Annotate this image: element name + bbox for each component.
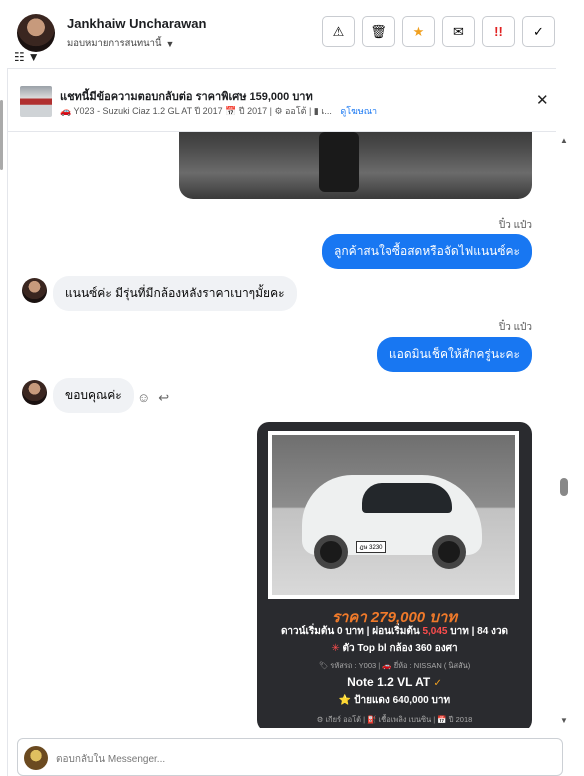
close-icon[interactable]: ✕ xyxy=(536,91,549,109)
assign-label: มอบหมายการสนทนานี้ xyxy=(67,38,162,49)
reply-composer[interactable]: ตอบกลับใน Messenger... xyxy=(17,738,563,776)
ad-context-bar: แชทนี้มีข้อความตอบกลับต่อ ราคาพิเศษ 159,… xyxy=(8,68,556,132)
car-listing-card[interactable]: ฎษ 3230 ราคา 279,000 บาท ดาวน์เริ่มต้น 0… xyxy=(257,422,532,728)
car-model: Note 1.2 VL AT ✓ xyxy=(257,675,532,689)
asterisk-icon: ✳ xyxy=(331,643,340,654)
car-meta: 🏷 รหัสรถ : Y003 | 🚗 ยี่ห้อ : NISSAN ( นิ… xyxy=(318,661,471,670)
reply-input[interactable]: ตอบกลับใน Messenger... xyxy=(56,752,165,767)
conversation-header: ☷ ▼ Jankhaiw Uncharawan มอบหมายการสนทนาน… xyxy=(0,0,584,68)
mark-done-button[interactable]: ✓ xyxy=(522,16,555,47)
feature-line: ✳ ตัว Top bl กล้อง 360 องศา xyxy=(257,641,532,656)
message-reactions: ☺ ↩ xyxy=(137,390,169,406)
wheel-icon xyxy=(432,535,466,569)
red-plate-price: ⭐ ป้ายแดง 640,000 บาท xyxy=(338,695,451,706)
finance-down: ดาวน์เริ่มต้น 0 บาท | ผ่อนเริ่มต้น xyxy=(280,626,423,637)
sent-photo[interactable] xyxy=(179,132,532,199)
delete-button[interactable]: 🗑 xyxy=(362,16,395,47)
message-thread: ปิ๋ว แป๋ว ลูกค้าสนใจซื้อสดหรือจัดไฟแนนซ์… xyxy=(8,132,556,728)
ad-thumbnail xyxy=(20,86,52,117)
contact-avatar-small xyxy=(22,278,47,303)
ad-context-subtitle: 🚗 Y023 - Suzuki Ciaz 1.2 GL AT ปี 2017 📅… xyxy=(60,104,377,118)
chevron-down-icon: ▼ xyxy=(27,50,40,64)
finance-installments: บาท | 84 งวด xyxy=(447,626,509,637)
mail-icon: ✉ xyxy=(453,23,464,39)
incoming-message[interactable]: ขอบคุณค่ะ xyxy=(53,378,134,413)
star-button[interactable]: ★ xyxy=(402,16,435,47)
scroll-down-icon[interactable]: ▼ xyxy=(560,716,568,725)
finance-terms: ดาวน์เริ่มต้น 0 บาท | ผ่อนเริ่มต้น 5,045… xyxy=(257,624,532,639)
license-plate: ฎษ 3230 xyxy=(356,541,386,553)
model-name: Note 1.2 VL AT xyxy=(347,675,434,689)
scroll-up-icon[interactable]: ▲ xyxy=(560,136,568,145)
reply-icon[interactable]: ↩ xyxy=(158,390,169,406)
contact-avatar[interactable] xyxy=(17,14,55,52)
follow-up-button[interactable]: !! xyxy=(482,16,515,47)
trash-icon: 🗑 xyxy=(370,23,387,39)
assign-conversation[interactable]: มอบหมายการสนทนานี้ ▼ xyxy=(67,36,174,51)
urgent-icon: !! xyxy=(494,24,503,39)
scroll-thumb[interactable] xyxy=(560,478,568,496)
car-footer: ⚙ เกียร์ ออโต้ | ⛽ เชื้อเพลิง เบนซิน | 📅… xyxy=(316,715,473,724)
star-icon: ★ xyxy=(412,23,425,39)
left-scrollbar[interactable] xyxy=(0,100,3,170)
sliders-icon: ☷ xyxy=(14,50,25,64)
filter-menu[interactable]: ☷ ▼ xyxy=(14,50,44,64)
monthly-payment: 5,045 xyxy=(422,626,448,637)
verified-icon: ✓ xyxy=(433,678,442,689)
warning-icon: ⚠ xyxy=(332,23,345,39)
outgoing-message[interactable]: ลูกค้าสนใจซื้อสดหรือจัดไฟแนนซ์คะ xyxy=(322,234,532,269)
ad-description: 🚗 Y023 - Suzuki Ciaz 1.2 GL AT ปี 2017 📅… xyxy=(60,106,332,116)
contact-name[interactable]: Jankhaiw Uncharawan xyxy=(67,16,206,31)
sender-name: ปิ๋ว แป๋ว xyxy=(498,322,532,333)
report-button[interactable]: ⚠ xyxy=(322,16,355,47)
sender-name: ปิ๋ว แป๋ว xyxy=(498,220,532,231)
mark-unread-button[interactable]: ✉ xyxy=(442,16,475,47)
outgoing-message[interactable]: แอดมินเช็คให้สักครู่นะคะ xyxy=(376,337,532,372)
chat-scrollbar[interactable]: ▲ ▼ xyxy=(556,132,572,728)
smiley-icon[interactable]: ☺ xyxy=(137,390,150,406)
car-photo: ฎษ 3230 xyxy=(268,431,519,599)
page-avatar xyxy=(24,746,48,770)
contact-avatar-small xyxy=(22,380,47,405)
action-toolbar: ⚠ 🗑 ★ ✉ !! ✓ xyxy=(322,16,555,47)
check-icon: ✓ xyxy=(533,23,544,39)
left-rail xyxy=(0,68,8,776)
caret-down-icon: ▼ xyxy=(165,38,175,49)
ad-context-title: แชทนี้มีข้อความตอบกลับต่อ ราคาพิเศษ 159,… xyxy=(60,91,313,103)
incoming-message[interactable]: แนนซ์ค่ะ มีรุ่นที่มีกล้องหลังราคาเบาๆมั้… xyxy=(53,276,297,311)
feature-text: ตัว Top bl กล้อง 360 องศา xyxy=(339,643,458,654)
view-ad-link[interactable]: ดูโฆษณา xyxy=(340,106,377,116)
wheel-icon xyxy=(314,535,348,569)
